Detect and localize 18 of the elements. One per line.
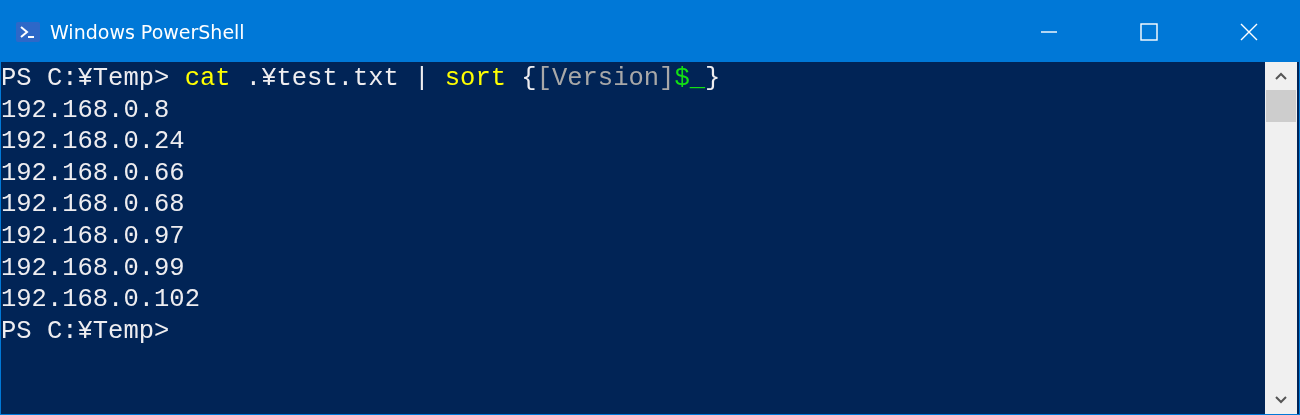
- console-line: 192.168.0.68: [1, 189, 185, 221]
- console-line: 192.168.0.102: [1, 284, 200, 316]
- maximize-icon: [1140, 22, 1158, 41]
- scrollbar[interactable]: [1265, 62, 1297, 414]
- console-line: 192.168.0.24: [1, 126, 185, 158]
- scroll-up-icon[interactable]: [1275, 72, 1287, 80]
- scroll-down-icon[interactable]: [1275, 396, 1287, 404]
- console-line: PS C:¥Temp>: [1, 315, 170, 348]
- console-line: 192.168.0.97: [1, 220, 185, 253]
- minimize-icon: [1040, 30, 1058, 33]
- window-title: Windows PowerShell: [50, 20, 245, 43]
- powershell-icon: [16, 21, 40, 42]
- close-icon: [1240, 22, 1258, 41]
- console-line: PS C:¥Temp> cat .¥test.txt | sort {[Version]$_}: [1, 63, 721, 95]
- console-line: 192.168.0.99: [1, 252, 185, 285]
- scroll-thumb[interactable]: [1266, 90, 1296, 122]
- console-line: 192.168.0.66: [1, 157, 185, 190]
- console-line: 192.168.0.8: [1, 94, 170, 127]
